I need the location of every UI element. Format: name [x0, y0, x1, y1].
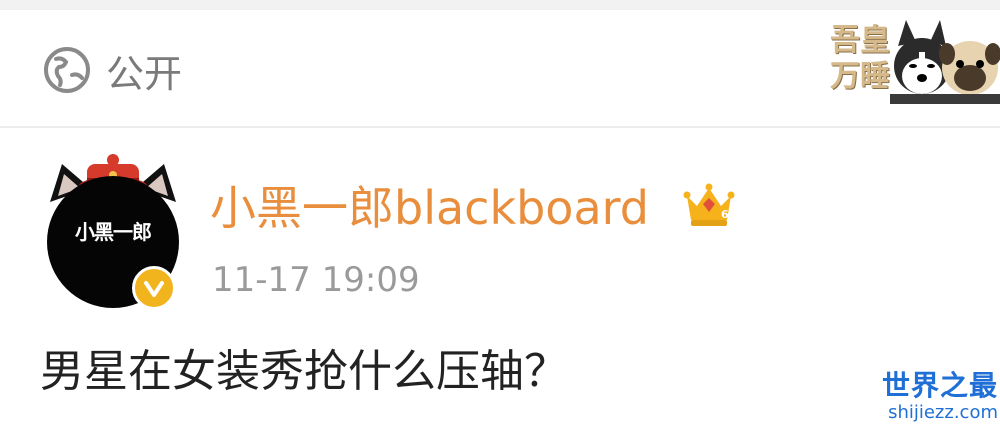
post-content: 男星在女装秀抢什么压轴？ [40, 346, 568, 397]
avatar-text: 小黑一郎 [75, 220, 152, 244]
watermark-url: shijiezz.com [888, 402, 998, 423]
watermark-brand: 世界之最 [881, 369, 998, 402]
visibility-label: 公开 [106, 51, 183, 96]
visibility-setting[interactable]: 公开 [42, 40, 182, 100]
post-timestamp: 11-17 19:09 [212, 260, 420, 300]
sticker-text-bottom: 万睡 [830, 59, 890, 94]
top-separator [0, 0, 1000, 10]
verified-badge-icon [132, 266, 176, 310]
crown-icon[interactable]: 6 [683, 182, 735, 230]
badge-level: 6 [721, 208, 729, 221]
watermark: 世界之最 shijiezz.com [864, 370, 998, 424]
section-divider [0, 126, 1000, 128]
husky-pug-sticker-icon: 吾皇 万睡 [828, 16, 1000, 106]
author-name[interactable]: 小黑一郎blackboard [210, 178, 649, 238]
sticker-text-top: 吾皇 [830, 23, 890, 58]
globe-icon [44, 47, 90, 93]
